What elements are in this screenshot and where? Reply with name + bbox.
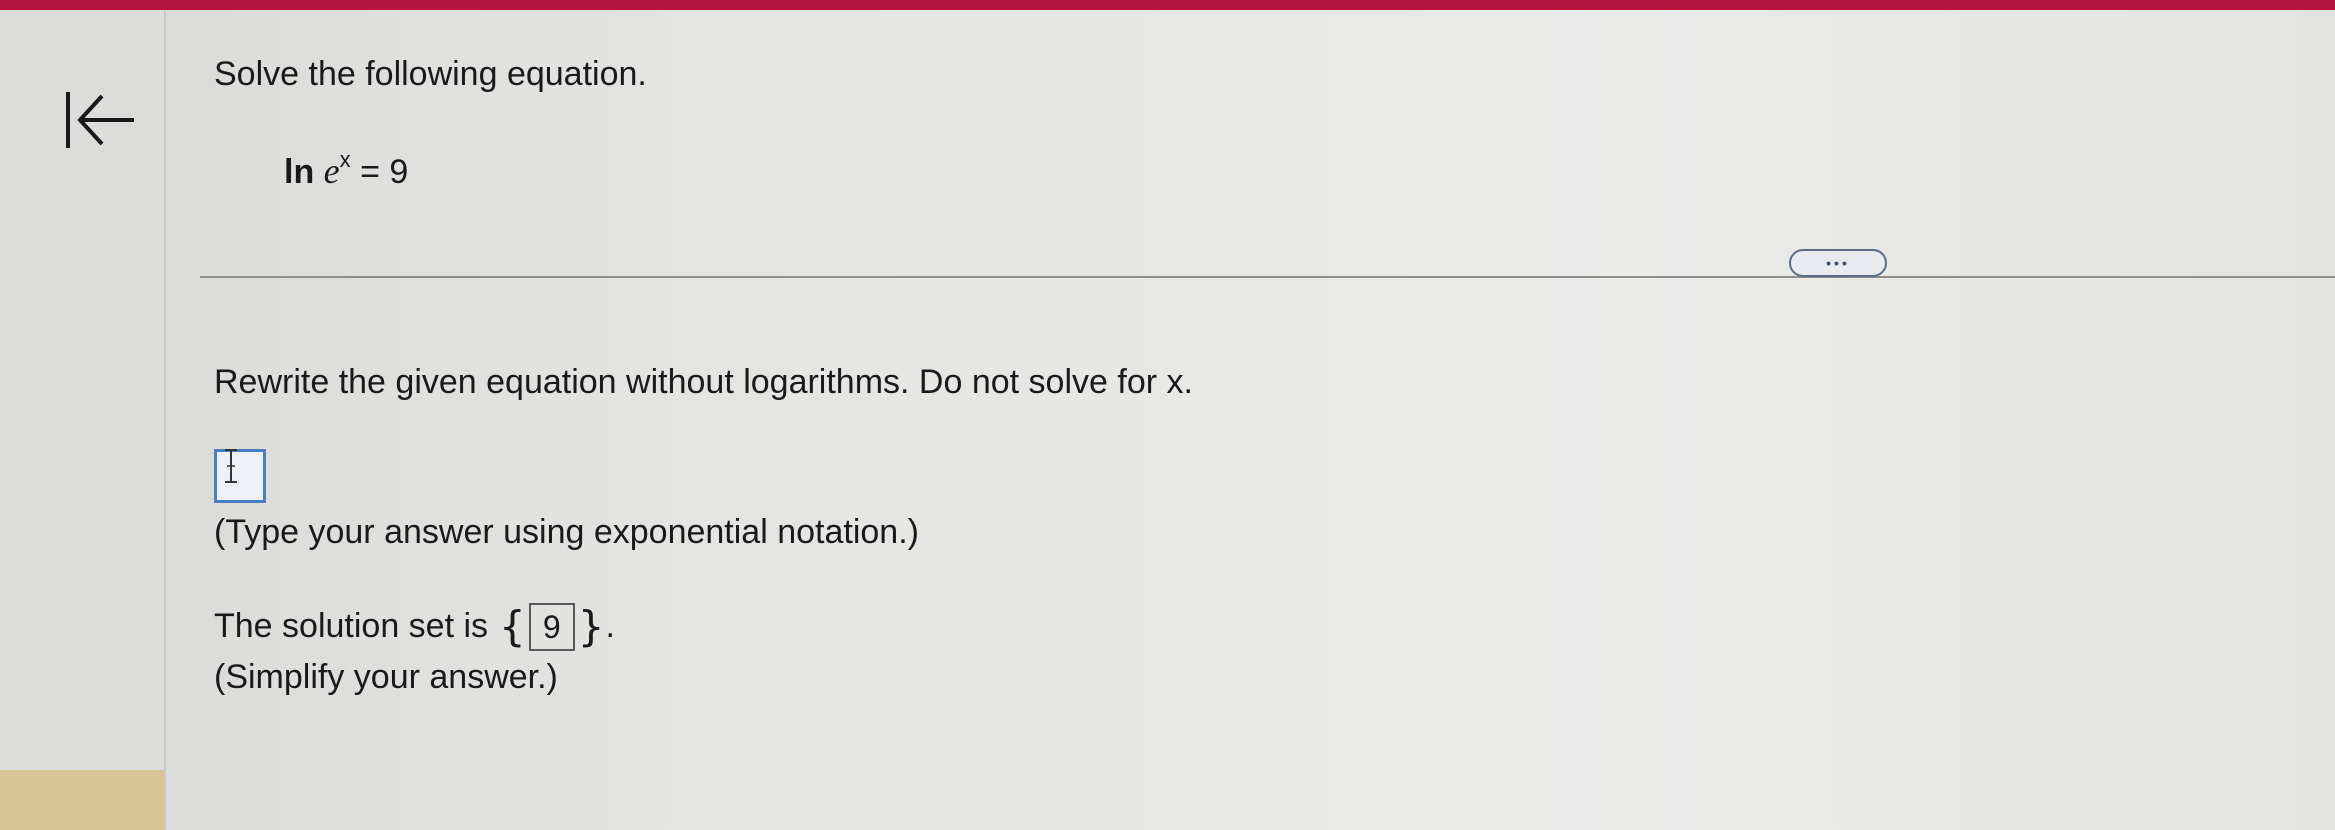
simplify-hint: (Simplify your answer.): [214, 658, 558, 696]
arrow-left-to-bar-icon: [66, 92, 134, 148]
problem-title: Solve the following equation.: [214, 55, 647, 93]
page: Solve the following equation. ln ex = 9 …: [0, 0, 2335, 830]
step-instruction: Rewrite the given equation without logar…: [214, 363, 1193, 401]
equation-rhs: = 9: [360, 153, 409, 191]
more-options-button[interactable]: •••: [1789, 249, 1887, 277]
text-cursor-icon: [225, 449, 237, 483]
solution-value-box[interactable]: 9: [528, 602, 575, 651]
close-brace: }: [577, 602, 605, 651]
solution-suffix: .: [605, 607, 615, 645]
equation-base: e: [323, 151, 340, 191]
question-content: Solve the following equation. ln ex = 9 …: [200, 0, 2335, 830]
left-panel-footer: [0, 770, 164, 830]
open-brace: {: [499, 602, 526, 651]
equation-exponent: x: [339, 146, 351, 172]
solution-set-line: The solution set is { 9 } .: [214, 602, 615, 651]
solution-prefix: The solution set is: [214, 607, 489, 645]
given-equation: ln ex = 9: [284, 146, 409, 192]
back-to-start-button[interactable]: [62, 88, 142, 152]
section-divider: [200, 276, 2335, 278]
answer-format-hint: (Type your answer using exponential nota…: [214, 513, 919, 551]
answer-input-field[interactable]: [214, 449, 266, 503]
ln-label: ln: [284, 153, 315, 191]
